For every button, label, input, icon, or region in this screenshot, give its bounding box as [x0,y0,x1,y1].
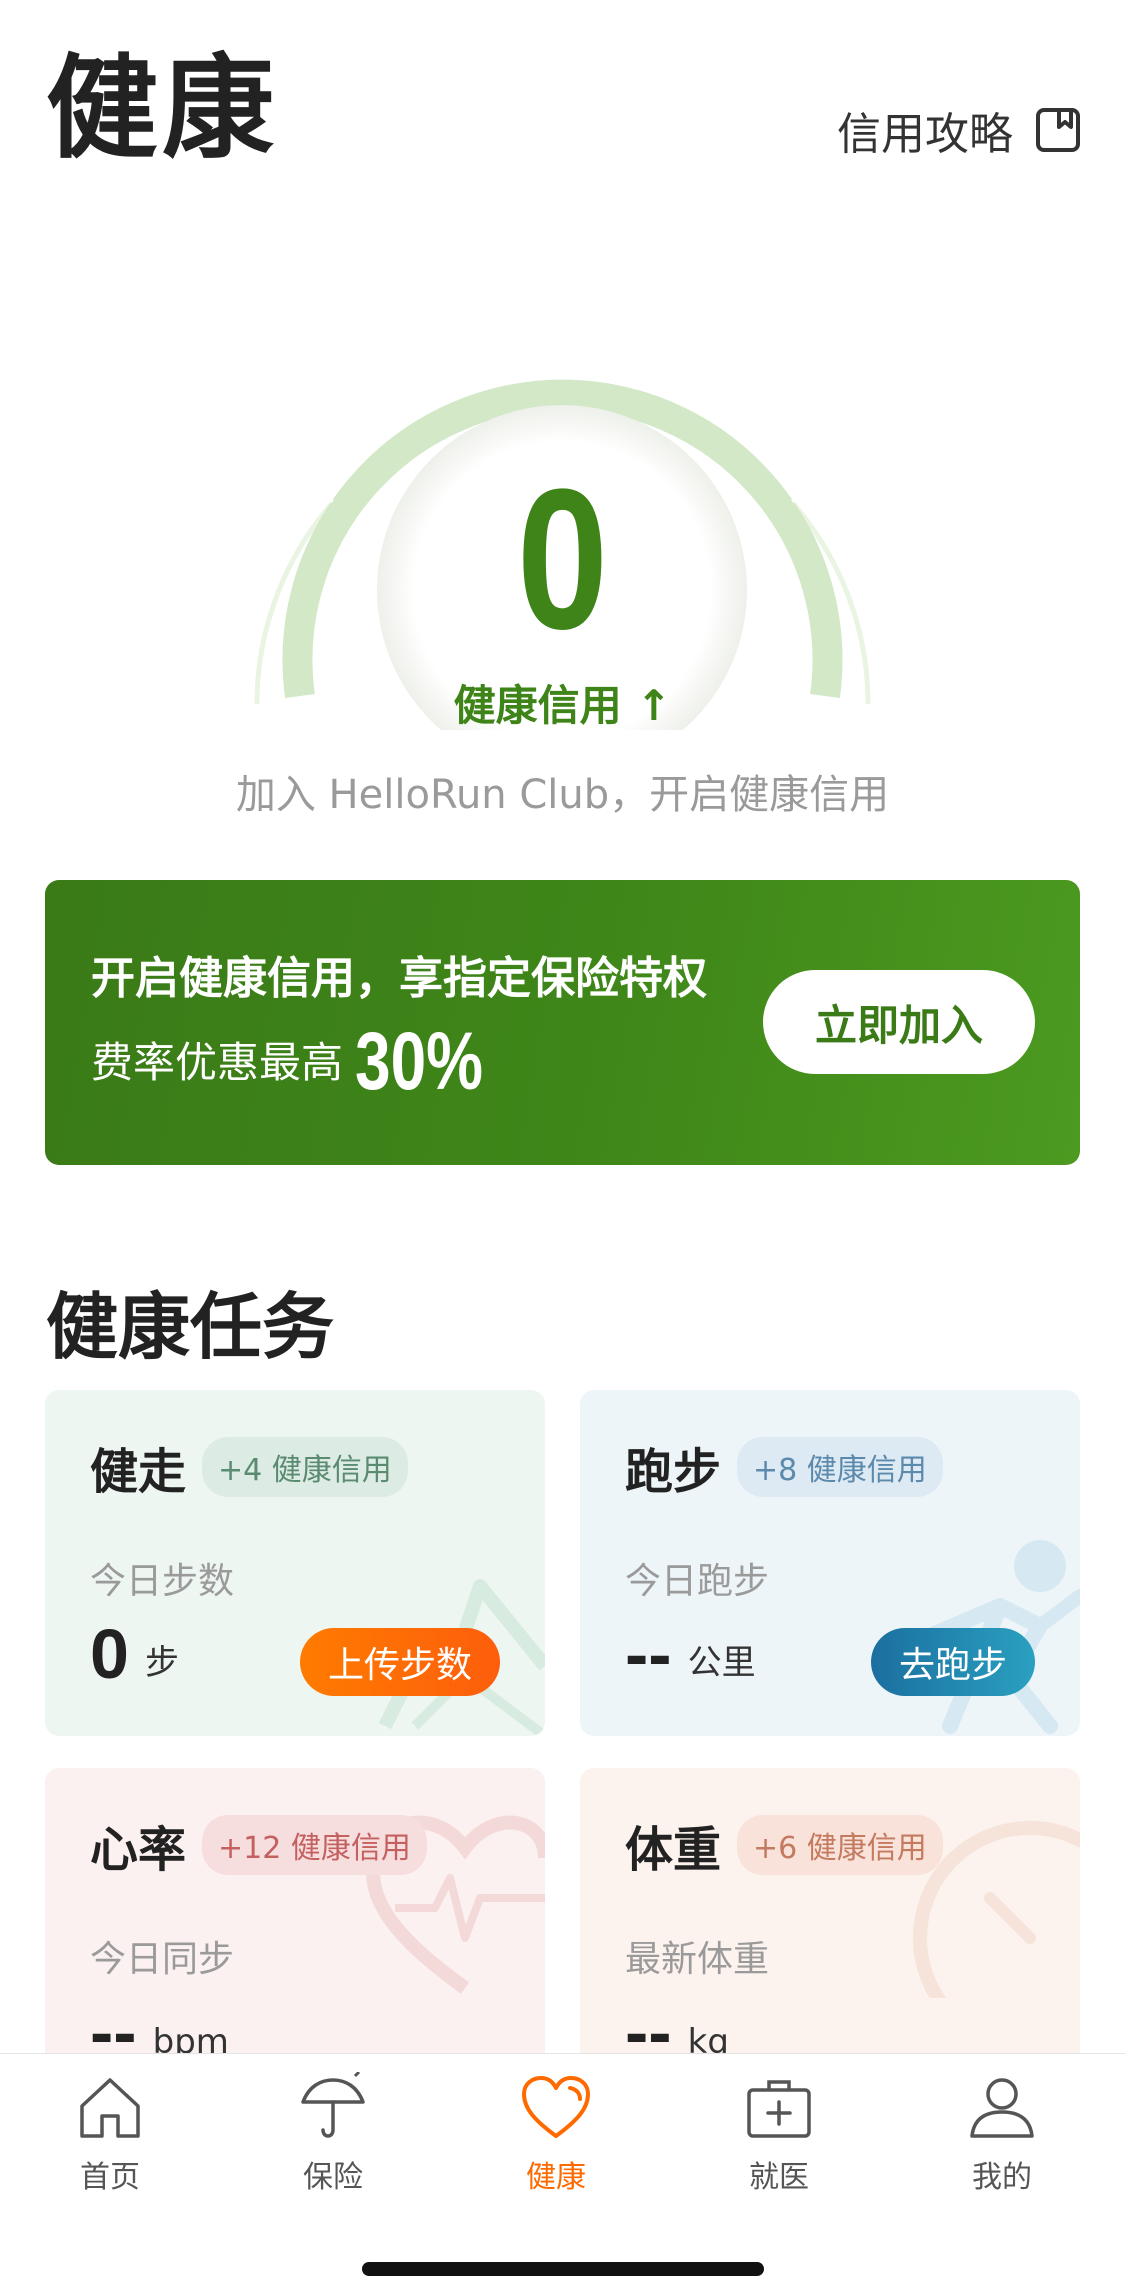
tab-label: 我的 [972,2160,1032,2195]
header: 健康 信用攻略 [0,0,1125,200]
task-unit: 步 [144,1643,179,1683]
bookmark-icon [1036,108,1080,152]
credit-value: 0 [516,448,609,671]
tab-health[interactable]: 健康 [476,2072,636,2196]
task-card-walk[interactable]: 健走 +4 健康信用 今日步数 0 步 上传步数 [45,1390,545,1736]
credit-badge: +4 健康信用 [202,1437,408,1497]
task-name: 跑步 [625,1444,722,1500]
home-icon [80,2078,140,2138]
task-name: 健走 [90,1444,187,1500]
credit-badge: +12 健康信用 [202,1815,427,1875]
task-subtitle: 最新体重 [625,1939,770,1980]
tab-label: 首页 [80,2160,140,2195]
task-subtitle: 今日跑步 [625,1561,770,1602]
tasks-section-title: 健康任务 [46,1285,335,1369]
credit-guide-label: 信用攻略 [837,109,1013,160]
task-subtitle: 今日同步 [90,1939,235,1980]
task-value: -- [625,1615,672,1693]
task-unit: 公里 [687,1643,756,1683]
tab-insurance[interactable]: 保险 [253,2072,413,2196]
join-now-button[interactable]: 立即加入 [763,970,1035,1074]
umbrella-icon [301,2072,365,2138]
credit-badge: +6 健康信用 [737,1815,943,1875]
promo-headline: 开启健康信用，享指定保险特权 [91,953,707,1004]
go-run-button[interactable]: 去跑步 [870,1628,1035,1696]
upload-steps-button[interactable]: 上传步数 [299,1628,500,1696]
tab-label: 保险 [303,2160,363,2195]
tab-label: 健康 [526,2160,586,2195]
credit-badge: +8 健康信用 [737,1437,943,1497]
promo-discount-prefix: 费率优惠最高 [91,1038,344,1087]
task-value: 0 [90,1615,129,1693]
tab-medical[interactable]: 就医 [699,2072,859,2196]
credit-subtitle: 加入 HelloRun Club，开启健康信用 [235,772,890,818]
medical-kit-icon [747,2080,811,2138]
credit-label[interactable]: 健康信用 ↑ [0,672,1125,733]
heart-icon [522,2076,590,2138]
task-name: 心率 [90,1822,187,1878]
task-card-run[interactable]: 跑步 +8 健康信用 今日跑步 -- 公里 去跑步 [580,1390,1080,1736]
credit-guide-link[interactable]: 信用攻略 [837,98,1081,162]
tab-mine[interactable]: 我的 [922,2072,1082,2196]
promo-discount-line: 费率优惠最高 30% [91,1020,519,1104]
bottom-tab-bar: 首页 保险 健康 就医 我的 [0,2053,1125,2282]
task-subtitle: 今日步数 [90,1561,235,1602]
tab-home[interactable]: 首页 [30,2072,190,2196]
page-title: 健康 [46,44,278,174]
task-name: 体重 [625,1822,722,1878]
tab-label: 就医 [749,2160,809,2195]
promo-discount-value: 30% [355,1016,484,1107]
home-indicator [362,2262,764,2276]
person-icon [970,2078,1034,2138]
promo-banner[interactable]: 开启健康信用，享指定保险特权 费率优惠最高 30% 立即加入 [45,880,1080,1165]
